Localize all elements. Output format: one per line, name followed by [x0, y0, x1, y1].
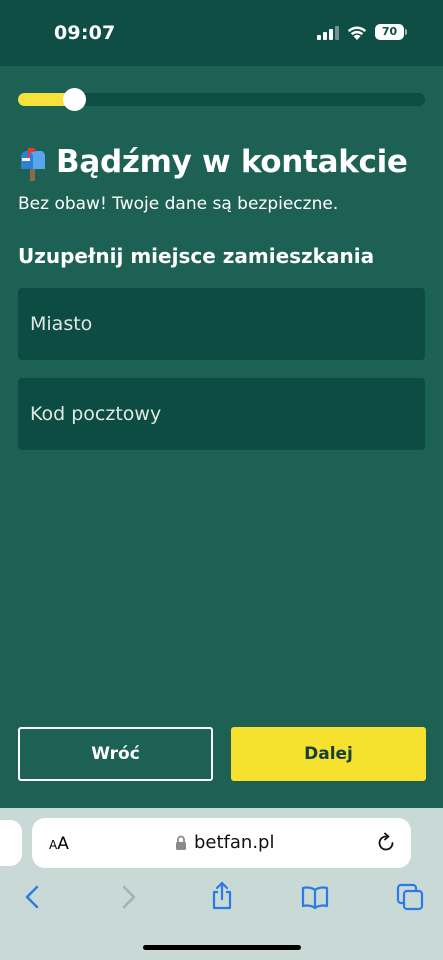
back-arrow-icon[interactable] [18, 882, 48, 912]
forward-arrow-icon[interactable] [113, 882, 143, 912]
page-subtitle: Bez obaw! Twoje dane są bezpieczne. [18, 194, 339, 214]
text-size-large-glyph: A [57, 834, 69, 854]
wifi-icon [347, 26, 367, 40]
status-bar: 09:07 70 [0, 0, 443, 66]
battery-icon: 70 [375, 24, 404, 40]
cellular-signal-icon [317, 26, 339, 40]
address-bar[interactable]: AA betfan.pl [32, 818, 411, 868]
bookmarks-icon[interactable] [300, 882, 330, 912]
tabs-icon[interactable] [395, 882, 425, 912]
status-time: 09:07 [54, 22, 116, 44]
browser-toolbar: AA betfan.pl [0, 808, 443, 960]
page-title: Bądźmy w kontakcie [56, 144, 408, 180]
previous-tab-peek[interactable] [0, 820, 22, 866]
section-title: Uzupełnij miejsce zamieszkania [18, 244, 375, 268]
progress-knob [63, 88, 86, 111]
city-input[interactable] [18, 288, 425, 360]
back-button[interactable]: Wróć [18, 727, 213, 781]
home-indicator [143, 945, 301, 950]
mailbox-icon [21, 148, 46, 181]
url-text: betfan.pl [194, 832, 275, 853]
text-size-button[interactable]: AA [49, 834, 69, 854]
share-icon[interactable] [207, 880, 237, 910]
lock-icon [176, 835, 186, 850]
progress-bar [18, 88, 425, 111]
reload-icon[interactable] [375, 832, 397, 854]
battery-tip [405, 29, 407, 35]
postal-code-input[interactable] [18, 378, 425, 450]
next-button[interactable]: Dalej [231, 727, 426, 781]
text-size-small-glyph: A [49, 838, 58, 852]
